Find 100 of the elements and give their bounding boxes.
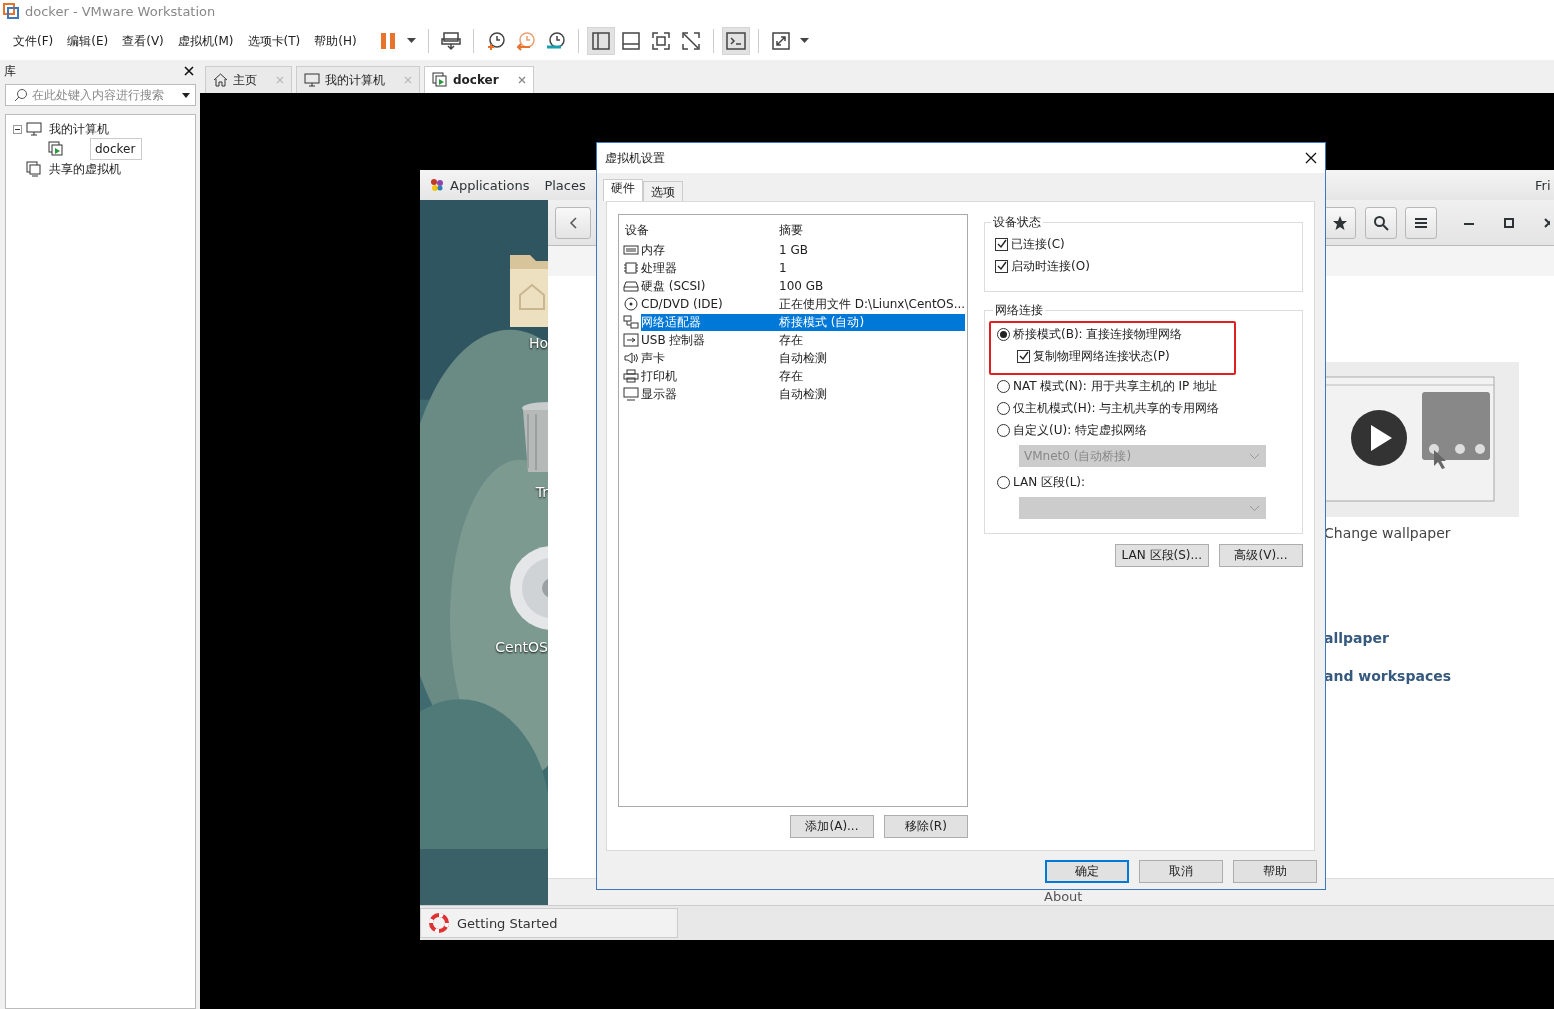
radio-option[interactable]: 自定义(U): 特定虚拟网络 [997, 419, 1296, 441]
apps-menu-icon [429, 177, 445, 193]
radio-option[interactable]: 桥接模式(B): 直接连接物理网络 [997, 323, 1234, 345]
network-button[interactable]: 高级(V)... [1219, 544, 1303, 567]
network-icon [623, 315, 639, 329]
disk-drive-icon [623, 279, 639, 293]
usb-icon [623, 333, 639, 347]
memory-icon [623, 243, 639, 257]
help-link[interactable]: and workspaces [1324, 668, 1451, 684]
sidebar-icon[interactable] [586, 27, 615, 55]
device-row[interactable]: 处理器 1 [641, 259, 965, 277]
chevron-down-icon [1250, 453, 1259, 459]
monitor-icon [623, 387, 639, 401]
menu-button[interactable] [1405, 207, 1437, 239]
home-icon [213, 73, 228, 87]
printer-icon [623, 369, 639, 383]
vm-icon [432, 72, 448, 88]
menu-item[interactable]: 虚拟机(M) [172, 30, 239, 52]
top-bar-menu[interactable]: Applications [450, 177, 530, 193]
monitor-icon [26, 122, 42, 136]
tab[interactable]: 选项 [643, 181, 683, 201]
search-icon [1373, 215, 1389, 231]
chip-icon [623, 261, 639, 275]
panel-title: 库 [4, 62, 16, 80]
star-icon [1332, 215, 1348, 231]
device-row[interactable]: 显示器 自动检测 [641, 385, 965, 403]
device-row[interactable]: 内存 1 GB [641, 241, 965, 259]
search-icon [14, 88, 28, 102]
about-link[interactable]: About [1044, 889, 1083, 904]
column-header: 摘要 [779, 221, 803, 239]
top-bar-menu[interactable]: Places [544, 177, 586, 193]
console-icon[interactable] [721, 27, 750, 55]
chevron-left-icon [569, 217, 577, 229]
minimize-icon[interactable] [1463, 222, 1475, 226]
video-thumbnail-drawing[interactable] [1324, 362, 1519, 517]
checked-box[interactable] [1017, 349, 1030, 363]
tree-item[interactable]: 共享的虚拟机 [46, 159, 124, 179]
list-button[interactable]: 添加(A)... [790, 815, 874, 838]
checkbox-option[interactable]: 启动时连接(O) [995, 255, 1296, 277]
radio[interactable] [997, 401, 1010, 415]
tab[interactable]: docker [424, 66, 534, 93]
device-row[interactable]: CD/DVD (IDE) 正在使用文件 D:\Liunx\CentOS... [641, 295, 966, 313]
taskbar-button[interactable]: Getting Started [420, 908, 678, 938]
chevron-down-icon [1250, 505, 1259, 511]
tree-item[interactable]: docker [90, 138, 143, 160]
tree-item[interactable]: 我的计算机 [46, 119, 112, 139]
menu-item[interactable]: 帮助(H) [309, 30, 362, 52]
menu-icon [1414, 217, 1428, 229]
collapse-icon[interactable] [13, 124, 22, 134]
help-link[interactable]: allpaper [1324, 630, 1389, 646]
speaker-icon [623, 351, 639, 365]
close-icon[interactable] [1544, 218, 1550, 228]
radio[interactable] [997, 379, 1010, 393]
list-button[interactable]: 移除(R) [884, 815, 968, 838]
vm-icon [48, 141, 64, 157]
checked-box[interactable] [995, 259, 1008, 273]
search-field[interactable]: 在此处键入内容进行搜索 [5, 84, 196, 106]
search-button[interactable] [1365, 207, 1397, 239]
window-title: docker - VMware Workstation [25, 3, 216, 19]
network-button[interactable]: LAN 区段(S)... [1114, 544, 1209, 567]
dialog-button[interactable]: 取消 [1139, 860, 1223, 883]
dialog-button[interactable]: 帮助 [1233, 860, 1317, 883]
tab[interactable]: 硬件 [603, 179, 643, 201]
device-row[interactable]: 网络适配器 桥接模式 (自动) [641, 313, 965, 331]
group-title: 网络连接 [994, 302, 1044, 319]
dialog-button[interactable]: 确定 [1045, 860, 1129, 883]
group-title: 设备状态 [992, 214, 1042, 231]
close-icon[interactable] [1305, 152, 1317, 164]
selected-radio[interactable] [997, 327, 1010, 341]
menu-item[interactable]: 文件(F) [8, 30, 59, 52]
disc-icon [623, 297, 639, 311]
checked-box[interactable] [995, 237, 1008, 251]
shared-vm-icon [26, 161, 42, 177]
radio[interactable] [997, 475, 1010, 489]
dialog-title: 虚拟机设置 [605, 149, 665, 167]
menu-item[interactable]: 查看(V) [117, 30, 169, 52]
device-row[interactable]: 硬盘 (SCSI) 100 GB [641, 277, 965, 295]
device-row[interactable]: 打印机 存在 [641, 367, 965, 385]
checkbox-option[interactable]: 已连接(C) [995, 233, 1296, 255]
tab[interactable]: 主页 [205, 66, 292, 93]
monitor-icon [304, 73, 320, 87]
menu-item[interactable]: 编辑(E) [62, 30, 114, 52]
radio-option[interactable]: LAN 区段(L): [997, 471, 1296, 493]
checkbox-option[interactable]: 复制物理网络连接状态(P) [997, 345, 1234, 367]
close-icon[interactable] [184, 66, 194, 76]
bookmark-button[interactable] [1324, 207, 1356, 239]
desktop-icon-label[interactable]: Ho [528, 335, 548, 351]
tab[interactable]: 我的计算机 [296, 66, 420, 93]
lifebuoy-icon [429, 913, 449, 933]
radio-option[interactable]: 仅主机模式(H): 与主机共享的专用网络 [997, 397, 1296, 419]
radio-option[interactable]: NAT 模式(N): 用于共享主机的 IP 地址 [997, 375, 1296, 397]
menu-item[interactable]: 选项卡(T) [242, 30, 306, 52]
radio[interactable] [997, 423, 1010, 437]
clock: Fri [1535, 177, 1551, 193]
caret-icon[interactable] [182, 92, 190, 98]
back-button[interactable] [555, 207, 591, 239]
device-row[interactable]: 声卡 自动检测 [641, 349, 965, 367]
column-header: 设备 [625, 221, 650, 239]
maximize-icon[interactable] [1504, 218, 1514, 228]
device-row[interactable]: USB 控制器 存在 [641, 331, 965, 349]
